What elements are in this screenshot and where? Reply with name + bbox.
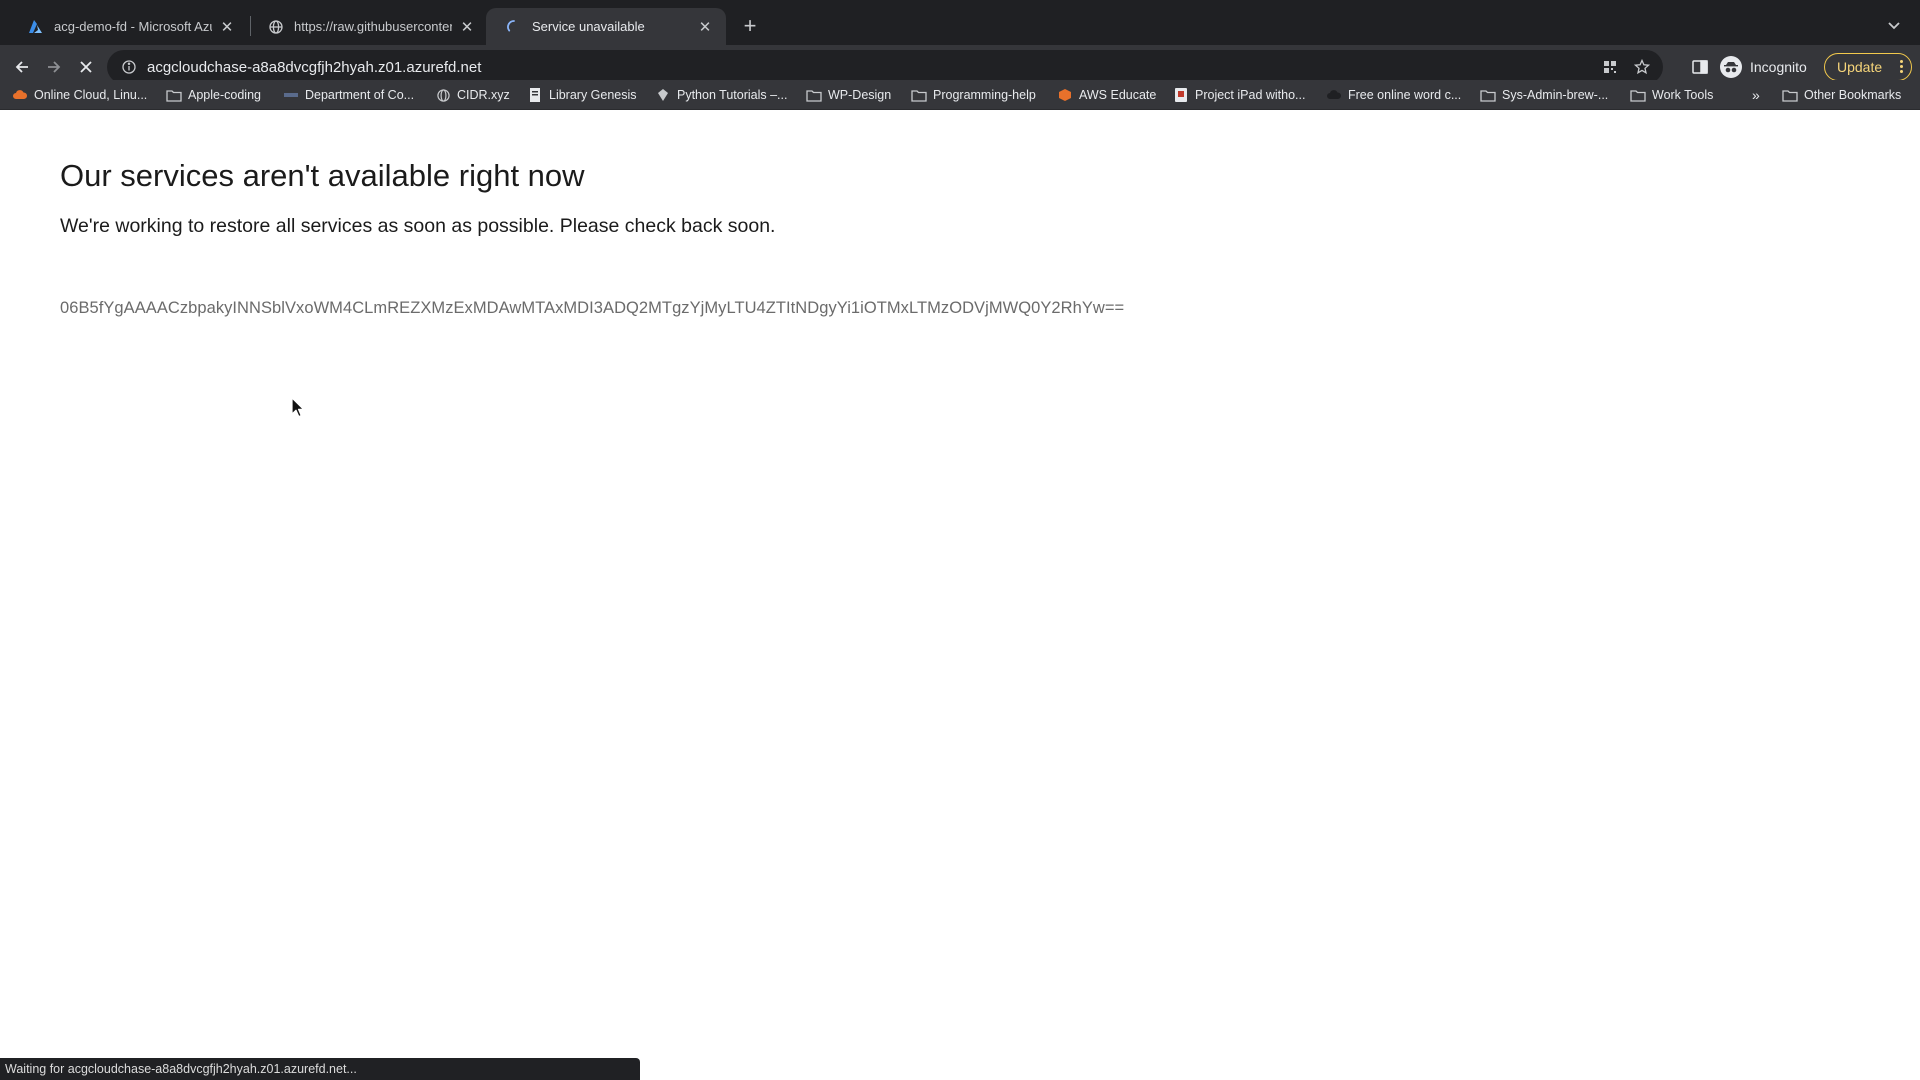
cloud-icon <box>1326 87 1342 103</box>
globe-icon <box>268 19 284 35</box>
book-icon <box>527 87 543 103</box>
bookmark-label: Apple-coding <box>188 88 261 102</box>
bookmark-department[interactable]: Department of Co... <box>283 86 414 104</box>
chevron-down-icon <box>1888 22 1900 30</box>
python-icon <box>655 87 671 103</box>
aws-icon <box>1057 87 1073 103</box>
update-label: Update <box>1837 59 1883 75</box>
tab-title: https://raw.githubusercontent.com <box>294 19 452 34</box>
other-bookmarks[interactable]: Other Bookmarks <box>1782 86 1901 104</box>
forward-arrow-icon <box>48 61 61 73</box>
loading-spinner-icon <box>506 19 522 35</box>
reference-id: 06B5fYgAAAACzbpakyINNSblVxoWM4CLmREZXMzE… <box>60 299 1125 317</box>
tab-service-unavailable[interactable]: Service unavailable ✕ <box>486 8 726 45</box>
bookmark-label: Project iPad witho... <box>1195 88 1306 102</box>
bookmark-label: Department of Co... <box>305 88 415 102</box>
bookmark-apple-coding[interactable]: Apple-coding <box>166 86 261 104</box>
bookmark-star-icon[interactable] <box>1631 56 1653 78</box>
side-panel-button[interactable] <box>1688 55 1712 79</box>
bookmark-sys-admin[interactable]: Sys-Admin-brew-... <box>1480 86 1608 104</box>
profile-button[interactable]: Incognito <box>1720 52 1807 82</box>
url-text[interactable]: acgcloudchase-a8a8dvcgfjh2hyah.z01.azure… <box>147 59 481 76</box>
tab-strip: acg-demo-fd - Microsoft Azure ✕ https://… <box>0 0 1920 45</box>
close-icon[interactable]: ✕ <box>458 18 476 36</box>
tab-search-button[interactable] <box>1882 14 1906 38</box>
bookmarks-overflow-button[interactable]: » <box>1752 86 1760 104</box>
folder-icon <box>911 87 927 103</box>
bookmark-online-cloud[interactable]: Online Cloud, Linu... <box>12 86 147 104</box>
bookmark-label: Sys-Admin-brew-... <box>1502 88 1609 102</box>
bookmark-label: Online Cloud, Linu... <box>34 88 148 102</box>
bookmark-label: Free online word c... <box>1348 88 1462 102</box>
close-icon[interactable]: ✕ <box>218 18 236 36</box>
site-icon <box>283 87 299 103</box>
cloud-icon <box>12 87 28 103</box>
status-bar: Waiting for acgcloudchase-a8a8dvcgfjh2hy… <box>0 1058 640 1080</box>
incognito-icon <box>1720 56 1742 78</box>
bookmark-work-tools[interactable]: Work Tools <box>1630 86 1713 104</box>
globe-icon <box>435 87 451 103</box>
new-tab-button[interactable]: + <box>736 12 764 40</box>
site-icon <box>1173 87 1189 103</box>
bookmark-cidr[interactable]: CIDR.xyz <box>435 86 510 104</box>
status-text: Waiting for acgcloudchase-a8a8dvcgfjh2hy… <box>5 1062 357 1076</box>
folder-icon <box>806 87 822 103</box>
side-panel-icon <box>1692 60 1708 74</box>
folder-icon <box>166 87 182 103</box>
bookmark-label: Library Genesis <box>549 88 637 102</box>
mouse-cursor-icon <box>291 397 305 418</box>
bookmark-library-genesis[interactable]: Library Genesis <box>527 86 637 104</box>
bookmark-programming-help[interactable]: Programming-help <box>911 86 1036 104</box>
bookmark-free-online-word[interactable]: Free online word c... <box>1326 86 1461 104</box>
bookmark-label: Work Tools <box>1652 88 1714 102</box>
more-menu-icon[interactable] <box>1900 60 1903 75</box>
bookmark-label: AWS Educate <box>1079 88 1157 102</box>
tab-github-raw[interactable]: https://raw.githubusercontent.com ✕ <box>248 8 488 45</box>
tab-azure[interactable]: acg-demo-fd - Microsoft Azure ✕ <box>8 8 248 45</box>
qr-code-icon[interactable] <box>1599 56 1621 78</box>
update-button[interactable]: Update <box>1824 53 1912 81</box>
bookmarks-bar: Online Cloud, Linu... Apple-coding Depar… <box>0 80 1920 110</box>
azure-icon <box>28 19 44 35</box>
folder-icon <box>1630 87 1646 103</box>
page-title: Our services aren't available right now <box>60 158 585 193</box>
site-info-icon[interactable] <box>113 60 145 74</box>
close-icon[interactable]: ✕ <box>696 18 714 36</box>
address-bar[interactable]: acgcloudchase-a8a8dvcgfjh2hyah.z01.azure… <box>107 50 1663 84</box>
tab-title: acg-demo-fd - Microsoft Azure <box>54 19 212 34</box>
bookmark-label: WP-Design <box>828 88 892 102</box>
forward-button[interactable] <box>40 53 68 81</box>
bookmark-label: CIDR.xyz <box>457 88 510 102</box>
bookmark-project-ipad[interactable]: Project iPad witho... <box>1173 86 1305 104</box>
folder-icon <box>1782 87 1798 103</box>
bookmark-label: Programming-help <box>933 88 1036 102</box>
stop-icon <box>80 61 92 73</box>
back-arrow-icon <box>15 61 28 73</box>
tab-title: Service unavailable <box>532 19 645 34</box>
folder-icon <box>1480 87 1496 103</box>
bookmark-label: Python Tutorials –... <box>677 88 788 102</box>
page-message: We're working to restore all services as… <box>60 215 776 237</box>
bookmark-python-tutorials[interactable]: Python Tutorials –... <box>655 86 787 104</box>
chevron-double-right-icon: » <box>1752 87 1760 103</box>
bookmark-label: Other Bookmarks <box>1804 88 1902 102</box>
bookmark-aws-educate[interactable]: AWS Educate <box>1057 86 1156 104</box>
bookmark-wp-design[interactable]: WP-Design <box>806 86 891 104</box>
profile-label: Incognito <box>1750 59 1807 75</box>
stop-loading-button[interactable] <box>72 53 100 81</box>
back-button[interactable] <box>8 53 36 81</box>
